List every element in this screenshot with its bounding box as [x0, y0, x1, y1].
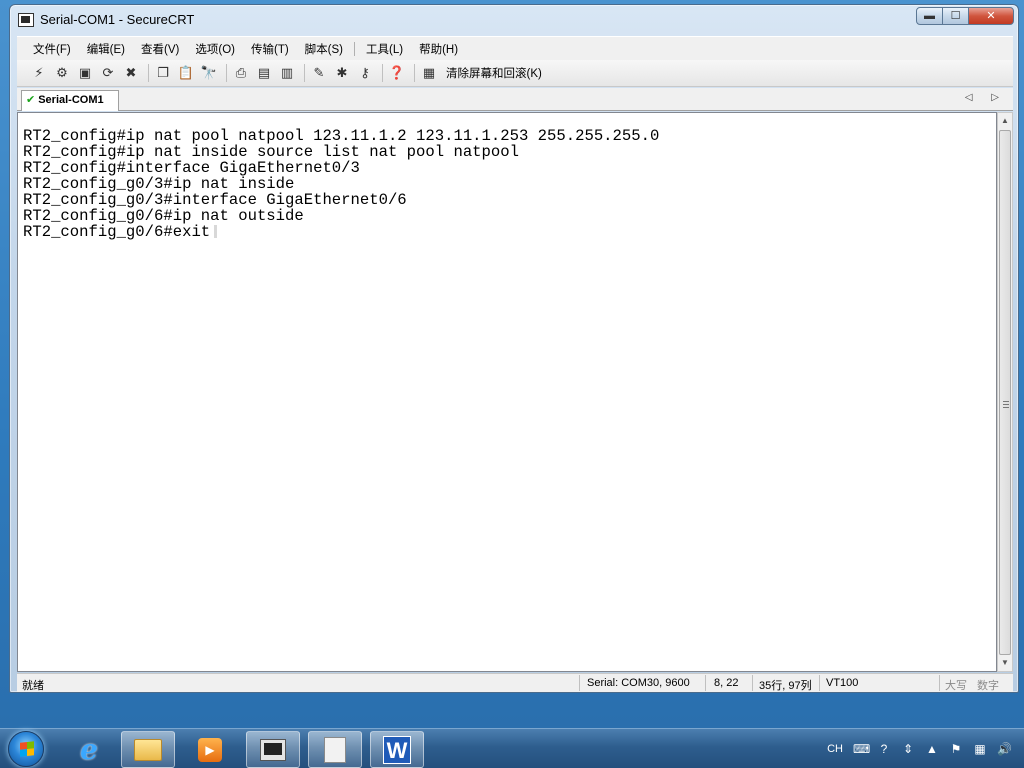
tab-label: Serial-COM1 [38, 94, 104, 106]
taskbar-ie[interactable]: e [62, 731, 116, 768]
text-cursor [214, 225, 218, 238]
terminal-line: RT2_config#ip nat pool natpool 123.11.1.… [23, 127, 660, 145]
status-divider [579, 675, 580, 691]
terminal-line-last: RT2_config_g0/6#exit [23, 224, 996, 240]
menu-options[interactable]: 选项(O) [187, 41, 243, 57]
maximize-button[interactable]: ☐ [942, 7, 969, 25]
menu-view[interactable]: 查看(V) [133, 41, 187, 57]
status-bar: 就绪 Serial: COM30, 9600 8, 22 35行, 97列 VT… [17, 673, 1013, 692]
quick-connect-icon[interactable]: ⚙ [52, 63, 72, 83]
scroll-thumb[interactable] [999, 130, 1011, 655]
taskbar-word[interactable]: W [370, 731, 424, 768]
connected-check-icon: ✔ [26, 94, 36, 106]
terminal-output[interactable]: RT2_config#ip nat pool natpool 123.11.1.… [17, 112, 997, 672]
tab-serial-com1[interactable]: ✔ Serial-COM1 [21, 90, 119, 111]
menu-transfer[interactable]: 传输(T) [243, 41, 297, 57]
menu-edit[interactable]: 编辑(E) [79, 41, 133, 57]
session-options-icon[interactable]: ✎ [309, 63, 329, 83]
minimize-button[interactable]: ▬ [916, 7, 943, 25]
menu-file[interactable]: 文件(F) [25, 41, 79, 57]
window-controls: ▬ ☐ ✕ [916, 7, 1014, 25]
status-divider [752, 675, 753, 691]
connect-tab-icon[interactable]: ▣ [75, 63, 95, 83]
securecrt-window: Serial-COM1 - SecureCRT ▬ ☐ ✕ 文件(F) 编辑(E… [9, 4, 1019, 693]
status-caps-lock: 大写 [945, 680, 967, 692]
input-language[interactable]: CH [827, 743, 843, 755]
action-center-flag-icon[interactable]: ⚑ [949, 742, 963, 756]
folder-icon [134, 738, 162, 761]
status-divider [939, 675, 940, 691]
volume-icon[interactable]: 🔊 [997, 742, 1012, 756]
toolbar-separator [304, 64, 305, 82]
close-button[interactable]: ✕ [968, 7, 1014, 25]
keymap-icon[interactable]: ⚷ [355, 63, 375, 83]
network-icon[interactable]: ▦ [973, 742, 987, 756]
securecrt-app-icon[interactable] [18, 13, 34, 27]
print-setup-icon[interactable]: ▤ [254, 63, 274, 83]
status-num-lock: 数字 [977, 680, 999, 692]
clear-screen-icon[interactable]: ▦ [419, 63, 439, 83]
taskbar: e ▶ W CH ⌨ ? ⇕ ▲ ⚑ ▦ 🔊 [0, 728, 1024, 768]
menu-tools[interactable]: 工具(L) [358, 41, 411, 57]
taskbar-media-player[interactable]: ▶ [183, 731, 237, 768]
status-divider [819, 675, 820, 691]
title-bar[interactable]: Serial-COM1 - SecureCRT ▬ ☐ ✕ [10, 5, 1018, 35]
paste-icon[interactable]: 📋 [176, 63, 196, 83]
document-icon [324, 736, 346, 763]
keyboard-icon[interactable]: ⌨ [853, 742, 870, 756]
clear-screen-button[interactable]: 清除屏幕和回滚(K) [446, 65, 542, 81]
status-terminal-size: 35行, 97列 [759, 680, 812, 692]
scroll-down-icon[interactable]: ▼ [998, 655, 1012, 671]
window-title: Serial-COM1 - SecureCRT [40, 12, 195, 27]
status-serial: Serial: COM30, 9600 [587, 677, 690, 689]
terminal-line: RT2_config_g0/3#ip nat inside [23, 175, 295, 193]
show-hidden-icons-icon[interactable]: ▲ [925, 742, 939, 756]
print-selection-icon[interactable]: ▥ [277, 63, 297, 83]
vertical-scrollbar[interactable]: ▲ ▼ [997, 112, 1013, 672]
status-terminal-type: VT100 [826, 677, 859, 689]
global-options-icon[interactable]: ✱ [332, 63, 352, 83]
ie-icon: e [80, 733, 98, 766]
securecrt-icon [260, 738, 286, 761]
scroll-up-icon[interactable]: ▲ [998, 113, 1012, 129]
terminal-line: RT2_config#interface GigaEthernet0/3 [23, 159, 360, 177]
menu-bar: 文件(F) 编辑(E) 查看(V) 选项(O) 传输(T) 脚本(S) 工具(L… [17, 36, 1013, 60]
help-icon[interactable]: ❓ [387, 63, 407, 83]
toolbar-separator [382, 64, 383, 82]
status-cursor-position: 8, 22 [714, 677, 739, 689]
terminal-line: RT2_config#ip nat inside source list nat… [23, 143, 519, 161]
word-icon: W [383, 735, 411, 764]
taskbar-explorer[interactable] [121, 731, 175, 768]
help-tray-icon[interactable]: ? [877, 742, 891, 756]
start-button[interactable] [8, 731, 44, 767]
copy-icon[interactable]: ❐ [153, 63, 173, 83]
tab-scroll-arrows[interactable]: ◁ ▷ [965, 92, 1007, 103]
toolbar-separator [148, 64, 149, 82]
terminal-line: RT2_config_g0/3#interface GigaEthernet0/… [23, 191, 407, 209]
terminal-line: RT2_config_g0/6#ip nat outside [23, 207, 304, 225]
print-icon[interactable]: ⎙ [231, 63, 251, 83]
toolbar-separator [226, 64, 227, 82]
media-player-icon: ▶ [198, 737, 222, 762]
connect-icon[interactable]: ⚡ [29, 63, 49, 83]
find-icon[interactable]: 🔭 [199, 63, 219, 83]
menu-separator [354, 41, 356, 56]
grip-icon [1003, 401, 1009, 408]
disconnect-icon[interactable]: ✖ [121, 63, 141, 83]
status-divider [705, 675, 706, 691]
toolbar-separator [414, 64, 415, 82]
taskbar-document[interactable] [308, 731, 362, 768]
menu-script[interactable]: 脚本(S) [297, 41, 351, 57]
status-ready: 就绪 [22, 680, 44, 692]
tab-bar: ✔ Serial-COM1 ◁ ▷ [17, 88, 1013, 111]
terminal-line-text: RT2_config_g0/6#exit [23, 223, 211, 241]
ime-options-icon[interactable]: ⇕ [901, 742, 915, 756]
system-tray: CH ⌨ ? ⇕ ▲ ⚑ ▦ 🔊 [822, 729, 1024, 768]
menu-help[interactable]: 帮助(H) [411, 41, 466, 57]
taskbar-securecrt[interactable] [246, 731, 300, 768]
reconnect-icon[interactable]: ⟳ [98, 63, 118, 83]
toolbar: ⚡ ⚙ ▣ ⟳ ✖ ❐ 📋 🔭 ⎙ ▤ ▥ ✎ ✱ ⚷ ❓ ▦ 清除屏幕和回滚(… [17, 60, 1013, 87]
